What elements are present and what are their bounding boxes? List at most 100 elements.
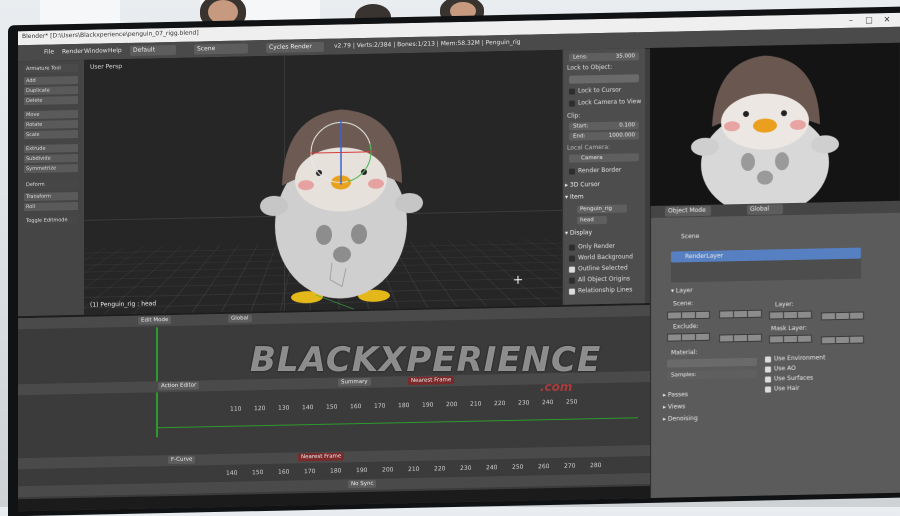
tool-add[interactable]: Add (24, 76, 78, 85)
section-toggle-editmode[interactable]: Toggle Editmode (24, 216, 78, 225)
lens-field[interactable]: Lens: 35.000 (569, 52, 639, 61)
edit-mode-dropdown[interactable]: Edit Mode (138, 316, 171, 325)
active-object-label: (1) Penguin_rig : head (90, 300, 156, 308)
tool-symmetrize[interactable]: Symmetrize (24, 164, 78, 173)
lock-to-cursor-label: Lock to Cursor (578, 87, 621, 95)
section-roll[interactable]: Roll (24, 202, 78, 211)
tool-subdivide[interactable]: Subdivide (24, 154, 78, 163)
lens-label: Lens: (573, 54, 588, 60)
mode-dropdown[interactable]: Object Mode (665, 206, 711, 217)
section-display[interactable]: ▾ Display (565, 229, 592, 237)
bottom-editors: Edit Mode Global Action Editor Summary N… (18, 303, 650, 511)
clip-end-label: End: (573, 133, 585, 139)
rendered-penguin (650, 43, 900, 206)
blender-screen: Blender* [D:\Users\Blackxperience\pengui… (18, 13, 900, 511)
fcurve-dropdown[interactable]: F-Curve (168, 456, 195, 465)
material-label: Material: (671, 349, 697, 357)
checkbox-icon (569, 255, 575, 261)
checkbox-icon (765, 356, 771, 362)
render-border-checkbox[interactable]: Render Border (569, 167, 621, 175)
relationship-lines-checkbox[interactable]: Relationship Lines (569, 286, 632, 294)
checkbox-icon (569, 244, 575, 250)
use-hair-label: Use Hair (774, 385, 799, 393)
render-engine-dropdown[interactable]: Cycles Render (266, 42, 324, 53)
use-hair-checkbox[interactable]: Use Hair (765, 385, 799, 393)
all-object-origins-checkbox[interactable]: All Object Origins (569, 275, 630, 283)
lock-object-field[interactable] (569, 74, 639, 83)
menu-window[interactable]: Window (84, 47, 108, 54)
penguin-model[interactable] (84, 50, 562, 315)
minimize-button[interactable]: – (844, 15, 858, 26)
tool-delete[interactable]: Delete (24, 96, 78, 105)
outline-selected-label: Outline Selected (578, 264, 628, 272)
section-3d-cursor-label: 3D Cursor (570, 181, 600, 189)
layout-dropdown[interactable]: Default (130, 45, 176, 56)
clip-label: Clip: (567, 112, 580, 119)
samples-label: Samples: (671, 372, 696, 379)
lock-to-object-label: Lock to Object: (567, 64, 612, 72)
section-display-label: Display (570, 229, 592, 236)
close-button[interactable]: ✕ (880, 14, 894, 25)
checkbox-icon (569, 168, 575, 174)
relationship-lines-label: Relationship Lines (578, 286, 632, 294)
tool-scale[interactable]: Scale (24, 130, 78, 139)
clip-end-field[interactable]: End: 1000.000 (569, 131, 639, 140)
world-background-checkbox[interactable]: World Background (569, 253, 633, 261)
timeline-nearest-frame-button[interactable]: Nearest Frame (298, 452, 344, 461)
tool-duplicate[interactable]: Duplicate (24, 86, 78, 95)
render-layer-list[interactable] (671, 259, 861, 283)
checkbox-icon (765, 386, 771, 392)
maximize-button[interactable]: □ (862, 14, 876, 25)
layer-section-label: Layer (676, 287, 693, 294)
section-item-label: Item (570, 193, 584, 200)
green-channel-line (158, 417, 638, 428)
views-label: Views (668, 403, 685, 410)
clip-start-field[interactable]: Start: 0.100 (569, 121, 639, 130)
bone-name-field[interactable]: head (577, 216, 607, 225)
lens-value: 35.000 (616, 52, 635, 60)
menu-render[interactable]: Render (62, 48, 83, 55)
window-title: Blender* [D:\Users\Blackxperience\pengui… (22, 29, 199, 40)
use-environment-checkbox[interactable]: Use Environment (765, 354, 825, 362)
checkbox-icon (569, 100, 575, 106)
3d-viewport[interactable]: User Persp (84, 50, 562, 315)
menu-help[interactable]: Help (108, 47, 122, 54)
use-ao-checkbox[interactable]: Use AO (765, 365, 796, 373)
tool-rotate[interactable]: Rotate (24, 120, 78, 129)
section-deform[interactable]: Deform (24, 180, 78, 189)
tool-extrude[interactable]: Extrude (24, 144, 78, 153)
samples-field[interactable]: Samples: (667, 370, 757, 380)
checkbox-icon (569, 88, 575, 94)
action-editor-dropdown[interactable]: Action Editor (158, 381, 199, 390)
layer-section[interactable]: ▾ Layer (671, 287, 693, 294)
lock-to-cursor-checkbox[interactable]: Lock to Cursor (569, 87, 621, 95)
outline-selected-checkbox[interactable]: Outline Selected (569, 264, 628, 272)
use-environment-label: Use Environment (774, 354, 825, 362)
only-render-checkbox[interactable]: Only Render (569, 243, 615, 251)
denoising-section[interactable]: ▸ Denoising (663, 415, 698, 423)
orientation-dropdown[interactable]: Global (747, 204, 783, 215)
layer-label: Layer: (775, 301, 794, 308)
item-name-field[interactable]: Penguin_rig (577, 204, 627, 213)
scene-dropdown[interactable]: Scene (194, 43, 248, 54)
properties-n-panel: Lens: 35.000 Lock to Object: Lock to Cur… (562, 48, 645, 305)
section-item[interactable]: ▾ Item (565, 193, 584, 200)
passes-section[interactable]: ▸ Passes (663, 391, 688, 399)
toolshelf-tab[interactable]: Armature Tool (24, 64, 78, 73)
local-camera-field[interactable]: Camera (569, 153, 639, 162)
section-3d-cursor[interactable]: ▸ 3D Cursor (565, 181, 600, 189)
use-surfaces-checkbox[interactable]: Use Surfaces (765, 375, 813, 383)
render-border-label: Render Border (578, 167, 621, 175)
sync-dropdown[interactable]: No Sync (348, 480, 376, 489)
material-field[interactable] (667, 358, 757, 368)
viewport-orientation-dropdown[interactable]: Global (228, 314, 252, 322)
lock-camera-to-view-checkbox[interactable]: Lock Camera to View (569, 98, 641, 107)
tool-shelf: Armature Tool Add Duplicate Delete Move … (18, 60, 85, 316)
tool-move[interactable]: Move (24, 110, 78, 119)
menu-file[interactable]: File (44, 48, 54, 55)
denoising-label: Denoising (668, 415, 698, 423)
scene-layer-label: Scene: (673, 300, 693, 307)
section-transform[interactable]: Transform (24, 192, 78, 201)
use-surfaces-label: Use Surfaces (774, 375, 813, 383)
views-section[interactable]: ▸ Views (663, 403, 685, 410)
